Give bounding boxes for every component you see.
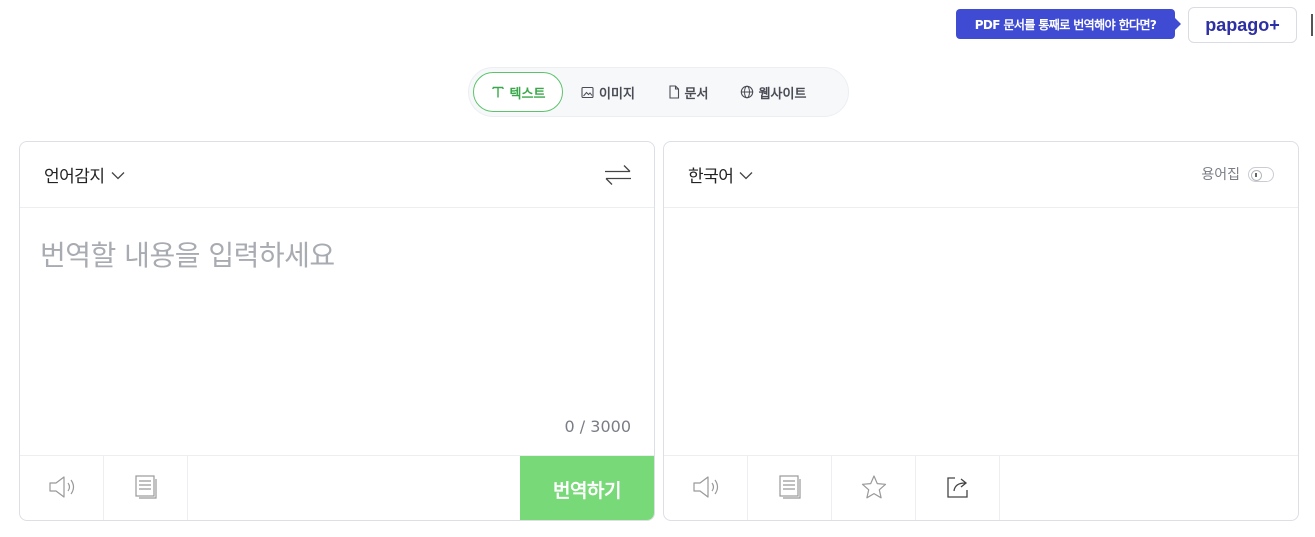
translation-output — [688, 234, 1278, 414]
source-language-select[interactable]: 언어감지 — [44, 162, 125, 187]
copy-icon — [778, 474, 802, 504]
source-text-input[interactable] — [40, 234, 630, 414]
toggle-switch-icon[interactable] — [1248, 166, 1274, 182]
star-icon — [860, 474, 888, 504]
chevron-down-icon — [739, 165, 753, 185]
speaker-icon — [47, 474, 77, 504]
target-panel: 한국어 용어집 — [663, 141, 1299, 521]
source-language-label: 언어감지 — [44, 167, 105, 187]
source-panel-footer: 번역하기 — [20, 455, 654, 520]
glossary-toggle[interactable]: 용어집 — [1201, 164, 1274, 184]
copy-icon — [134, 474, 158, 504]
tab-website-label: 웹사이트 — [758, 86, 807, 102]
target-panel-footer — [664, 455, 1298, 520]
tab-document[interactable]: 문서 — [653, 72, 723, 112]
tab-image[interactable]: 이미지 — [563, 72, 653, 112]
listen-source-button[interactable] — [20, 456, 104, 520]
target-panel-header: 한국어 용어집 — [664, 142, 1298, 208]
source-panel: 언어감지 0 / 3000 번역하기 — [19, 141, 655, 521]
tab-document-label: 문서 — [684, 86, 709, 102]
share-icon — [945, 474, 971, 504]
swap-languages-button[interactable] — [604, 164, 632, 190]
swap-arrows-icon — [604, 165, 632, 190]
papago-plus-button[interactable]: papago+ — [1188, 7, 1297, 43]
share-button[interactable] — [916, 456, 1000, 520]
document-icon — [668, 85, 680, 99]
source-panel-header: 언어감지 — [20, 142, 654, 208]
image-icon — [581, 86, 594, 99]
chevron-down-icon — [111, 165, 125, 185]
globe-icon — [740, 85, 754, 99]
tab-image-label: 이미지 — [599, 86, 635, 102]
text-icon — [491, 85, 505, 99]
tab-text[interactable]: 텍스트 — [473, 72, 563, 112]
target-language-label: 한국어 — [688, 167, 734, 187]
tab-website[interactable]: 웹사이트 — [723, 72, 823, 112]
listen-translation-button[interactable] — [664, 456, 748, 520]
copy-translation-button[interactable] — [748, 456, 832, 520]
copy-source-button[interactable] — [104, 456, 188, 520]
glossary-label: 용어집 — [1201, 167, 1240, 183]
tab-text-label: 텍스트 — [509, 86, 546, 102]
translate-button[interactable]: 번역하기 — [520, 456, 654, 520]
pdf-promo-banner[interactable]: PDF 문서를 통째로 번역해야 한다면? — [956, 9, 1181, 39]
edge-divider — [1311, 14, 1313, 36]
target-language-select[interactable]: 한국어 — [688, 162, 753, 187]
speaker-icon — [691, 474, 721, 504]
favorite-button[interactable] — [832, 456, 916, 520]
character-counter: 0 / 3000 — [564, 417, 631, 436]
translation-mode-tabs: 텍스트 이미지 문서 웹사이트 — [468, 67, 849, 117]
